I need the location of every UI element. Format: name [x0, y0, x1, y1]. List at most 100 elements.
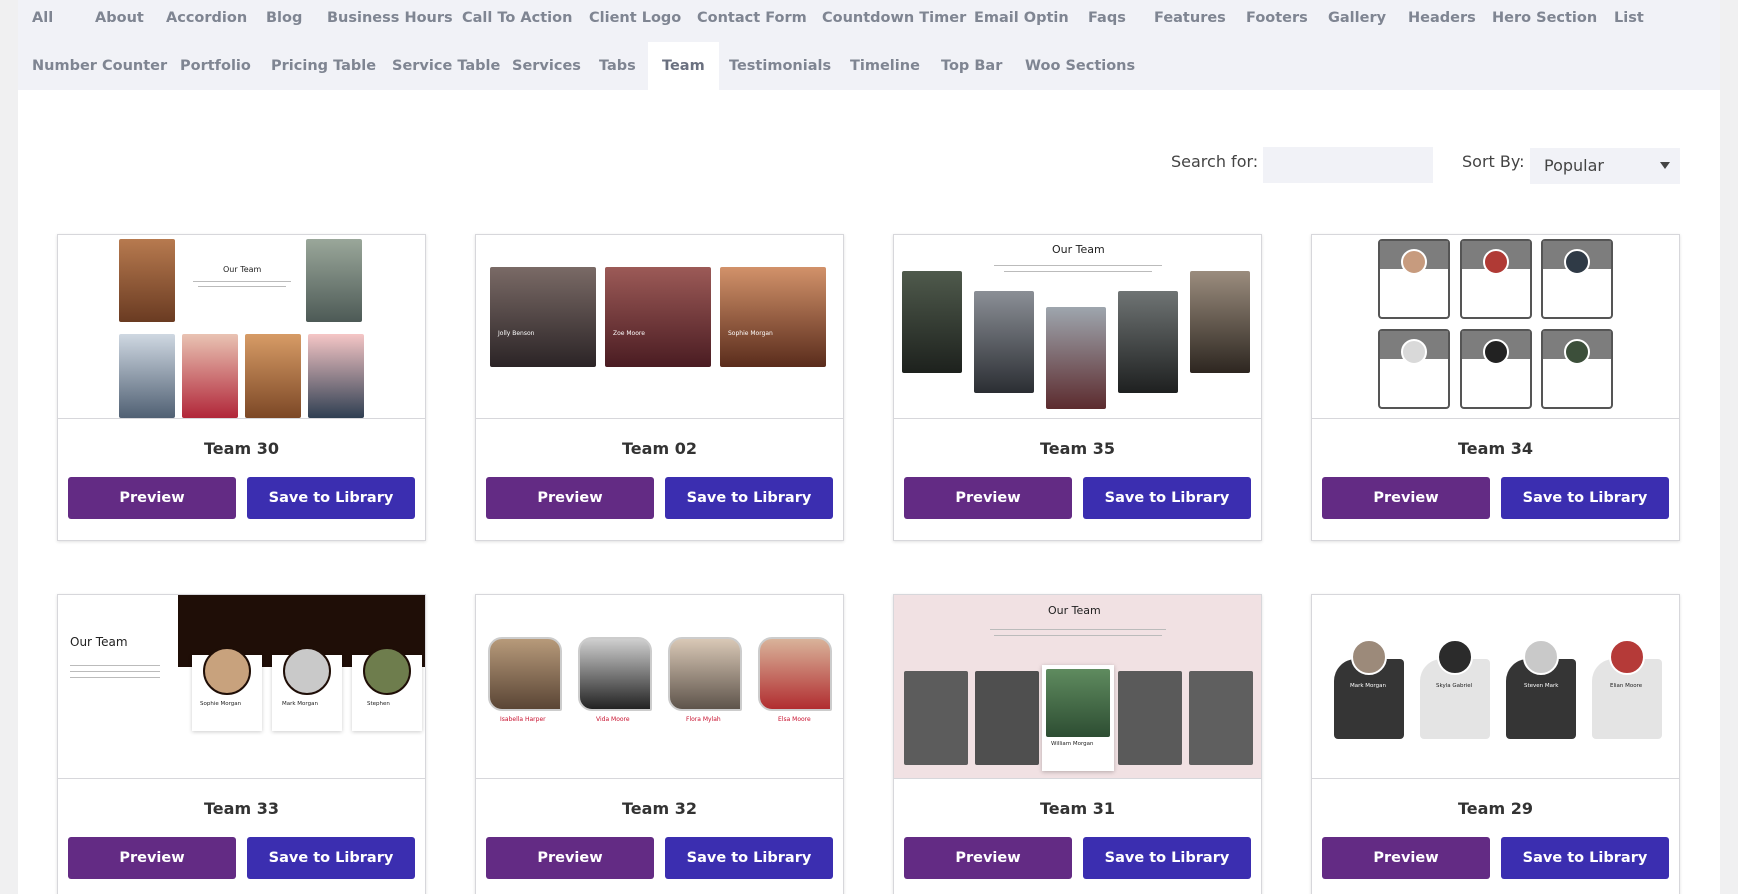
- member-name: Sophie Morgan: [728, 330, 773, 337]
- avatar: [283, 647, 331, 695]
- card-title: Team 02: [622, 439, 697, 458]
- card-title: Team 30: [204, 439, 279, 458]
- tab-faqs[interactable]: Faqs: [1074, 0, 1140, 48]
- tab-top-bar[interactable]: Top Bar: [927, 42, 1016, 90]
- tab-tabs[interactable]: Tabs: [585, 42, 650, 90]
- member-photo: [1118, 291, 1178, 393]
- search-input[interactable]: [1263, 147, 1433, 183]
- member-photo: [488, 637, 562, 711]
- member-photo: [904, 671, 968, 765]
- tab-pricing-table[interactable]: Pricing Table: [257, 42, 390, 90]
- avatar: [363, 647, 411, 695]
- save-to-library-button[interactable]: Save to Library: [1501, 837, 1669, 879]
- tab-features[interactable]: Features: [1140, 0, 1240, 48]
- avatar: [1351, 639, 1387, 675]
- thumbnail-team-34[interactable]: [1312, 235, 1679, 419]
- tab-team[interactable]: Team: [648, 42, 719, 90]
- member-photo: [605, 267, 711, 367]
- tab-about[interactable]: About: [81, 0, 158, 48]
- card-title: Team 33: [204, 799, 279, 818]
- member-photo: [902, 271, 962, 373]
- tab-all[interactable]: All: [18, 0, 67, 48]
- avatar: [1523, 639, 1559, 675]
- avatar: [1401, 249, 1427, 275]
- save-to-library-button[interactable]: Save to Library: [1501, 477, 1669, 519]
- thumbnail-team-02[interactable]: Jolly Benson Zoe Moore Sophie Morgan: [476, 235, 843, 419]
- tab-accordion[interactable]: Accordion: [152, 0, 261, 48]
- card-title: Team 29: [1458, 799, 1533, 818]
- member-name: Mark Morgan: [1350, 683, 1386, 689]
- tab-business-hours[interactable]: Business Hours: [313, 0, 467, 48]
- tab-timeline[interactable]: Timeline: [836, 42, 934, 90]
- avatar: [1437, 639, 1473, 675]
- tab-email-optin[interactable]: Email Optin: [960, 0, 1083, 48]
- tab-service-table[interactable]: Service Table: [378, 42, 514, 90]
- preview-button[interactable]: Preview: [1322, 837, 1490, 879]
- layout-card-team-34: Team 34 Preview Save to Library: [1311, 234, 1680, 541]
- thumb-heading: Our Team: [223, 265, 262, 274]
- chevron-down-icon: [1660, 162, 1670, 169]
- member-name: Elsa Moore: [778, 716, 811, 723]
- tab-woo-sections[interactable]: Woo Sections: [1011, 42, 1149, 90]
- layout-card-team-31: Our Team William Morgan Team 31 Preview …: [893, 594, 1262, 894]
- preview-button[interactable]: Preview: [68, 837, 236, 879]
- save-to-library-button[interactable]: Save to Library: [1083, 837, 1251, 879]
- category-tabs: All About Accordion Blog Business Hours …: [18, 0, 1720, 90]
- layout-card-team-35: Our Team Team 35 Preview Save to Library: [893, 234, 1262, 541]
- text-line: [193, 281, 291, 282]
- thumbnail-team-30[interactable]: Our Team: [58, 235, 425, 419]
- tab-call-to-action[interactable]: Call To Action: [448, 0, 586, 48]
- tab-blog[interactable]: Blog: [252, 0, 316, 48]
- preview-button[interactable]: Preview: [1322, 477, 1490, 519]
- tab-footers[interactable]: Footers: [1232, 0, 1322, 48]
- tab-countdown-timer[interactable]: Countdown Timer: [808, 0, 980, 48]
- tab-gallery[interactable]: Gallery: [1314, 0, 1400, 48]
- text-line: [70, 677, 160, 678]
- thumb-heading: Our Team: [1048, 604, 1101, 617]
- tab-contact-form[interactable]: Contact Form: [683, 0, 821, 48]
- card-title: Team 34: [1458, 439, 1533, 458]
- preview-button[interactable]: Preview: [68, 477, 236, 519]
- tab-services[interactable]: Services: [498, 42, 595, 90]
- member-name: Stephen: [367, 701, 390, 707]
- tab-headers[interactable]: Headers: [1394, 0, 1490, 48]
- thumb-heading: Our Team: [1052, 243, 1105, 256]
- member-photo: [1046, 307, 1106, 409]
- sort-select[interactable]: Popular: [1530, 148, 1680, 184]
- tab-client-logo[interactable]: Client Logo: [575, 0, 695, 48]
- member-photo: [308, 334, 364, 418]
- preview-button[interactable]: Preview: [486, 837, 654, 879]
- tab-number-counter[interactable]: Number Counter: [18, 42, 181, 90]
- thumbnail-team-33[interactable]: Our Team Sophie Morgan Mark Morgan Steph…: [58, 595, 425, 779]
- thumbnail-team-32[interactable]: Isabella Harper Vida Moore Flora Mylah E…: [476, 595, 843, 779]
- save-to-library-button[interactable]: Save to Library: [665, 477, 833, 519]
- thumbnail-team-35[interactable]: Our Team: [894, 235, 1261, 419]
- tab-list[interactable]: List: [1600, 0, 1658, 48]
- preview-button[interactable]: Preview: [904, 837, 1072, 879]
- text-line: [198, 286, 286, 287]
- card-title: Team 32: [622, 799, 697, 818]
- tab-hero-section[interactable]: Hero Section: [1478, 0, 1611, 48]
- member-photo: [578, 637, 652, 711]
- tab-testimonials[interactable]: Testimonials: [715, 42, 845, 90]
- member-photo: [974, 291, 1034, 393]
- save-to-library-button[interactable]: Save to Library: [665, 837, 833, 879]
- avatar: [1483, 339, 1509, 365]
- member-photo: [182, 334, 238, 418]
- member-name: Sophie Morgan: [200, 701, 242, 707]
- preview-button[interactable]: Preview: [486, 477, 654, 519]
- card-title: Team 35: [1040, 439, 1115, 458]
- sort-label: Sort By:: [1462, 152, 1525, 171]
- member-name: Flora Mylah: [686, 716, 721, 723]
- save-to-library-button[interactable]: Save to Library: [247, 477, 415, 519]
- tab-portfolio[interactable]: Portfolio: [166, 42, 265, 90]
- save-to-library-button[interactable]: Save to Library: [247, 837, 415, 879]
- save-to-library-button[interactable]: Save to Library: [1083, 477, 1251, 519]
- preview-button[interactable]: Preview: [904, 477, 1072, 519]
- member-photo: [245, 334, 301, 418]
- thumbnail-team-31[interactable]: Our Team William Morgan: [894, 595, 1261, 779]
- member-photo: [1189, 671, 1253, 765]
- thumbnail-team-29[interactable]: Mark Morgan Skyla Gabriel Steven Mark El…: [1312, 595, 1679, 779]
- text-line: [70, 665, 160, 666]
- member-name: Skyla Gabriel: [1436, 683, 1473, 689]
